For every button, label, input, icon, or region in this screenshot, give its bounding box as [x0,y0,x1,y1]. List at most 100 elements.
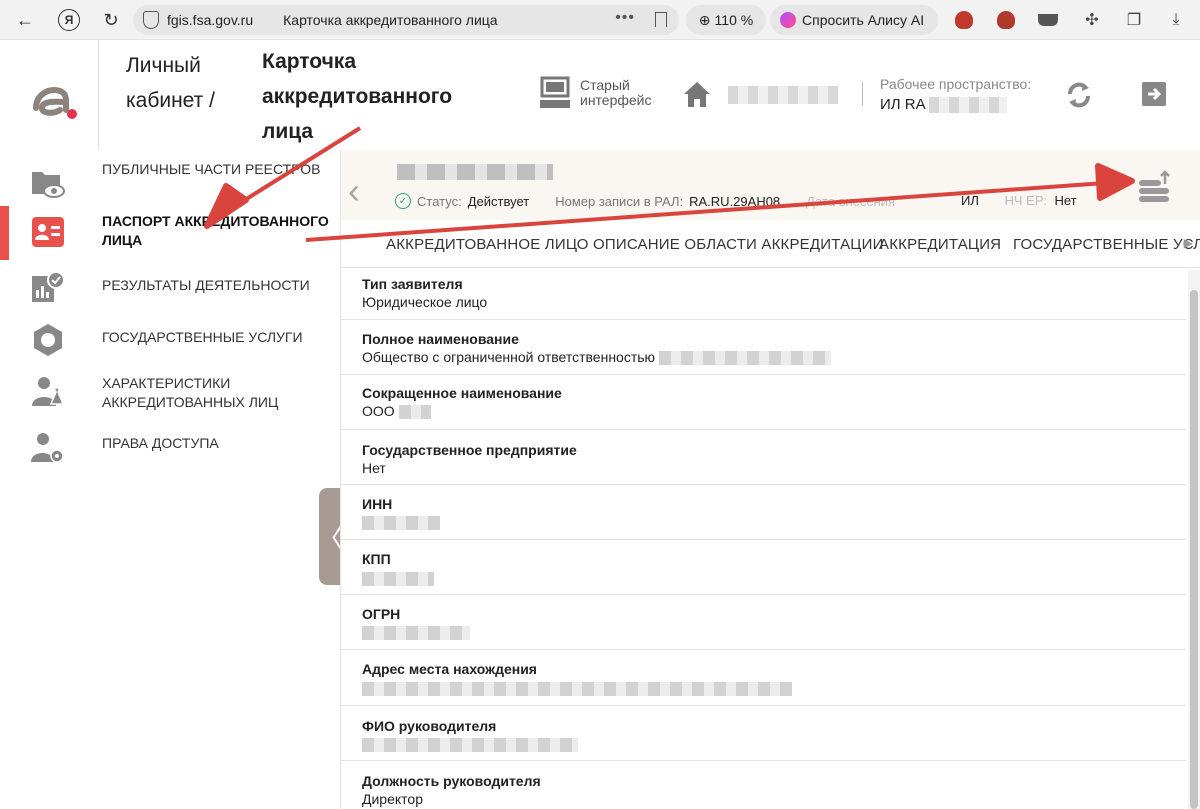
field-full-name: Полное наименование Общество с ограничен… [341,320,1186,375]
redacted-text [928,97,1007,114]
reload-icon: ↻ [103,9,119,30]
app-header: Личный кабинет / Карточка аккредитованно… [0,40,1200,150]
status-extra: ИЛ НЧ ЕР: Нет [961,193,1077,208]
yandex-logo-icon: Я [58,9,80,31]
computer-icon [540,76,570,108]
record-number-label: Номер записи в РАЛ: [555,193,684,209]
sidebar-item-access[interactable]: ПРАВА ДОСТУПА [0,428,340,464]
tab-scope-description[interactable]: ОПИСАНИЕ ОБЛАСТИ АККРЕДИТАЦИИ [593,236,884,253]
back-button[interactable]: ← [10,5,40,35]
tab-accredited-person[interactable]: АККРЕДИТОВАННОЕ ЛИЦО [386,236,589,253]
tab-scroll-right-icon[interactable]: ▶ [1184,236,1193,250]
zoom-indicator[interactable]: ⊕ 110 % [686,5,766,35]
sidebar-item-label: ПРАВА ДОСТУПА [102,435,219,451]
tab-accreditation[interactable]: АККРЕДИТАЦИЯ [879,236,1001,253]
arrow-left-icon: ← [16,9,34,30]
alice-label: Спросить Алису AI [802,12,925,28]
field-label: Адрес места нахождения [362,661,537,677]
chevron-left-icon[interactable]: ‹ [348,170,360,212]
redacted-text [362,682,792,697]
scrollbar-thumb[interactable] [1190,290,1198,809]
tab-bar: АККРЕДИТОВАННОЕ ЛИЦО ОПИСАНИЕ ОБЛАСТИ АК… [341,220,1200,268]
redacted-text [362,738,578,753]
hexagon-icon [34,324,62,356]
zoom-icon: ⊕ [698,11,711,28]
redacted-text [658,351,831,366]
page-tab-title: Карточка аккредитованного лица [283,12,498,28]
person-gear-icon [31,433,64,463]
workspace-value[interactable]: ИЛ RA [880,96,1007,114]
browser-toolbar: ← Я ↻ fgis.fsa.gov.ru Карточка аккредито… [0,0,1200,40]
field-label: КПП [362,551,391,567]
puzzle-icon[interactable]: ✣ [1080,8,1104,32]
switch-workspace-icon[interactable] [1064,80,1094,110]
field-value: Общество с ограниченной ответственностью [362,349,831,366]
sidebar-item-label: ПУБЛИЧНЫЕ ЧАСТИ РЕЕСТРОВ [102,161,321,177]
field-value [362,680,792,697]
field-label: ФИО руководителя [362,718,497,734]
redacted-text [398,405,431,420]
field-director-position: Должность руководителя Директор [341,761,1186,809]
field-label: Государственное предприятие [362,442,577,458]
header-divider [98,40,99,150]
main-content: ‹ ✓ Статус: Действует Номер записи в РАЛ… [340,150,1200,809]
sidebar-item-label: ПАСПОРТ АККРЕДИТОВАННОГО ЛИЦА [102,213,329,248]
extension-icon[interactable] [994,8,1018,32]
sidebar-item-gov-services[interactable]: ГОСУДАРСТВЕННЫЕ УСЛУГИ [0,320,340,356]
redacted-text [362,626,470,641]
bookmark-icon[interactable] [655,12,667,27]
status-value: Действует [467,193,530,209]
old-interface-label: Старый интерфейс [580,77,652,108]
field-value: Директор [362,791,423,807]
shield-icon [143,11,159,29]
address-bar[interactable]: fgis.fsa.gov.ru Карточка аккредитованног… [133,5,679,35]
person-flask-icon [32,377,65,406]
field-label: ИНН [362,496,393,512]
alice-icon [780,12,796,28]
sidebar-collapse-button[interactable]: 〈 [316,488,344,585]
check-circle-icon: ✓ [395,193,411,209]
redacted-text [362,572,434,587]
home-icon[interactable] [682,80,712,108]
field-label: Сокращенное наименование [362,385,562,401]
fields-list: Тип заявителя Юридическое лицо Полное на… [341,268,1186,809]
fsa-logo-icon[interactable] [28,72,78,122]
sidebar-item-label: ГОСУДАРСТВЕННЫЕ УСЛУГИ [102,329,303,345]
organization-name [728,86,838,104]
alice-button[interactable]: Спросить Алису AI [770,5,938,35]
sidebar-item-characteristics[interactable]: ХАРАКТЕРИСТИКИ АККРЕДИТОВАННЫХ ЛИЦ [0,372,340,414]
extra-value-3: Нет [1054,193,1077,208]
sidebar-item-registries[interactable]: ПУБЛИЧНЫЕ ЧАСТИ РЕЕСТРОВ [0,160,340,200]
sidebar-item-label: РЕЗУЛЬТАТЫ ДЕЯТЕЛЬНОСТИ [102,277,310,293]
status-row: ✓ Статус: Действует Номер записи в РАЛ: … [395,193,895,209]
field-applicant-type: Тип заявителя Юридическое лицо [341,268,1186,320]
field-value [362,624,470,641]
collections-icon[interactable]: ❐ [1122,8,1146,32]
old-interface-link[interactable]: Старый интерфейс [540,76,660,110]
more-icon[interactable]: ••• [615,9,635,27]
field-value [362,514,440,531]
field-label: Тип заявителя [362,276,463,292]
sidebar-item-passport[interactable]: ПАСПОРТ АККРЕДИТОВАННОГО ЛИЦА [0,210,340,254]
registry-update-icon[interactable] [1137,170,1171,204]
reload-button[interactable]: ↻ [96,5,126,35]
field-label: Полное наименование [362,331,519,347]
field-director-name: ФИО руководителя [341,706,1186,761]
logout-icon[interactable] [1140,80,1168,108]
page-title: Карточка аккредитованного лица [262,50,453,143]
chart-check-icon [32,271,65,302]
content-scrollbar[interactable] [1188,270,1200,809]
address-domain: fgis.fsa.gov.ru [167,12,254,28]
breadcrumb-cabinet[interactable]: Личный кабинет / [126,48,246,118]
yandex-button[interactable]: Я [54,5,84,35]
extension-icon[interactable] [1036,8,1060,32]
folder-eye-icon [32,172,65,198]
extension-icon[interactable] [952,8,976,32]
download-icon[interactable]: ⤓ [1164,8,1188,32]
field-value: Юридическое лицо [362,294,488,310]
workspace-divider [862,82,863,106]
tab-gov-services[interactable]: ГОСУДАРСТВЕННЫЕ УСЛ [1013,236,1200,253]
sidebar-item-results[interactable]: РЕЗУЛЬТАТЫ ДЕЯТЕЛЬНОСТИ [0,270,340,306]
passport-icon [32,217,64,247]
card-header: ‹ ✓ Статус: Действует Номер записи в РАЛ… [341,150,1200,220]
